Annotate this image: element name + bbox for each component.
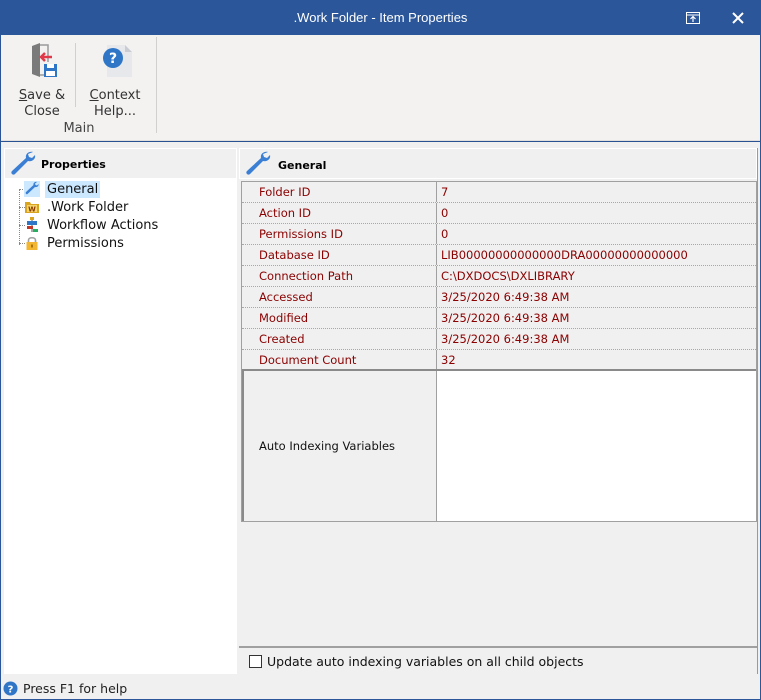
- properties-panel: General Folder ID 7 Action ID 0 Permissi…: [239, 148, 758, 674]
- property-value: LIB00000000000000DRA00000000000000: [437, 245, 756, 265]
- context-help-icon: ?: [103, 45, 132, 77]
- property-value: 3/25/2020 6:49:38 AM: [437, 308, 756, 328]
- property-key: Connection Path: [242, 266, 437, 286]
- tree-item-permissions[interactable]: Permissions: [24, 234, 126, 252]
- property-row-created[interactable]: Created 3/25/2020 6:49:38 AM: [242, 329, 756, 350]
- wrench-icon: [25, 181, 39, 195]
- property-key: Auto Indexing Variables: [244, 371, 437, 521]
- svg-text:?: ?: [109, 51, 117, 67]
- tree-item-workflow-actions[interactable]: Workflow Actions: [24, 216, 160, 234]
- property-row-database-id[interactable]: Database ID LIB00000000000000DRA00000000…: [242, 245, 756, 266]
- restore-icon: [686, 11, 700, 24]
- property-key: Document Count: [242, 350, 437, 369]
- wrench-icon: [11, 151, 36, 175]
- properties-header: General: [239, 148, 757, 179]
- update-children-bar: Update auto indexing variables on all ch…: [239, 646, 757, 674]
- help-icon: ?: [3, 681, 18, 695]
- title-bar: .Work Folder - Item Properties: [0, 0, 761, 35]
- property-value: 0: [437, 203, 756, 223]
- auto-indexing-variables-input[interactable]: [437, 371, 756, 521]
- context-help-button[interactable]: ? Context Help...: [83, 40, 147, 120]
- navigation-title: Properties: [41, 158, 106, 171]
- ribbon-separator: [75, 43, 76, 107]
- svg-text:?: ?: [8, 684, 14, 695]
- property-row-folder-id[interactable]: Folder ID 7: [242, 182, 756, 203]
- update-children-checkbox[interactable]: [249, 654, 262, 668]
- property-row-document-count[interactable]: Document Count 32: [242, 350, 756, 371]
- property-key: Folder ID: [242, 182, 437, 202]
- property-key: Action ID: [242, 203, 437, 223]
- property-value: 3/25/2020 6:49:38 AM: [437, 287, 756, 307]
- property-row-modified[interactable]: Modified 3/25/2020 6:49:38 AM: [242, 308, 756, 329]
- status-text: Press F1 for help: [23, 680, 128, 696]
- property-value: C:\DXDOCS\DXLIBRARY: [437, 266, 756, 286]
- context-help-label: Context Help...: [89, 88, 141, 119]
- workflow-icon: [27, 217, 38, 232]
- property-row-connection-path[interactable]: Connection Path C:\DXDOCS\DXLIBRARY: [242, 266, 756, 287]
- property-grid: Folder ID 7 Action ID 0 Permissions ID 0…: [241, 181, 757, 522]
- property-key: Database ID: [242, 245, 437, 265]
- property-value: 32: [437, 350, 756, 369]
- tree-item-work-folder[interactable]: W .Work Folder: [24, 198, 130, 216]
- properties-window: .Work Folder - Item Properties Save & Cl…: [0, 0, 761, 700]
- property-key: Modified: [242, 308, 437, 328]
- ribbon: Save & Close ? Context Help... Main: [1, 35, 760, 141]
- property-key: Permissions ID: [242, 224, 437, 244]
- work-folder-icon: W: [25, 202, 39, 214]
- window-title: .Work Folder - Item Properties: [293, 10, 468, 25]
- save-and-close-label: Save & Close: [18, 88, 66, 119]
- tree-connector: [19, 190, 20, 245]
- save-close-icon: [32, 43, 57, 77]
- navigation-header: Properties: [4, 148, 237, 179]
- wrench-icon: [246, 151, 271, 175]
- property-row-action-id[interactable]: Action ID 0: [242, 203, 756, 224]
- property-value: 3/25/2020 6:49:38 AM: [437, 329, 756, 349]
- property-row-auto-indexing-variables: Auto Indexing Variables: [242, 371, 756, 521]
- close-icon: [732, 11, 744, 24]
- property-key: Created: [242, 329, 437, 349]
- status-bar: ? Press F1 for help: [1, 677, 760, 699]
- lock-icon: [26, 236, 38, 250]
- svg-text:W: W: [28, 206, 36, 214]
- tree-item-general[interactable]: General: [24, 180, 101, 198]
- property-row-accessed[interactable]: Accessed 3/25/2020 6:49:38 AM: [242, 287, 756, 308]
- update-children-label[interactable]: Update auto indexing variables on all ch…: [267, 654, 584, 669]
- save-and-close-button[interactable]: Save & Close: [15, 40, 69, 120]
- ribbon-group-label: Main: [63, 121, 95, 136]
- property-value: 7: [437, 182, 756, 202]
- ribbon-group-separator: [156, 37, 157, 133]
- properties-title: General: [278, 159, 327, 172]
- property-key: Accessed: [242, 287, 437, 307]
- navigation-panel: Properties General W .Work Folder Workfl…: [4, 148, 237, 674]
- property-value: 0: [437, 224, 756, 244]
- restore-button[interactable]: [670, 0, 716, 35]
- client-area: Properties General W .Work Folder Workfl…: [1, 142, 760, 677]
- close-button[interactable]: [715, 0, 761, 35]
- property-row-permissions-id[interactable]: Permissions ID 0: [242, 224, 756, 245]
